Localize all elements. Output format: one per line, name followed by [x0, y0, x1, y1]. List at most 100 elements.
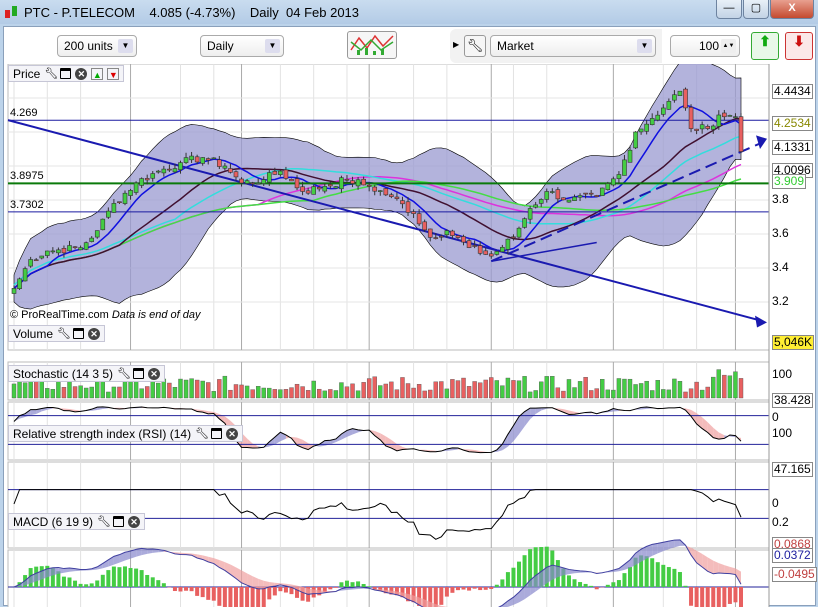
window-icon[interactable] — [133, 368, 144, 379]
candle — [434, 238, 438, 239]
macd-histogram-bar — [206, 587, 210, 600]
close-icon[interactable]: ✕ — [88, 328, 100, 340]
volume-bar — [511, 380, 515, 398]
volume-bar — [628, 379, 632, 398]
up-arrow-icon[interactable]: ▲ — [91, 68, 103, 80]
volume-bar — [445, 389, 449, 398]
volume-bar — [195, 380, 199, 398]
candle — [584, 193, 588, 194]
window-icon[interactable] — [73, 328, 84, 339]
level-label: 3.8975 — [10, 170, 44, 182]
candle — [561, 198, 565, 200]
candle — [656, 115, 660, 120]
candle — [595, 195, 599, 196]
close-icon[interactable]: ✕ — [226, 428, 238, 440]
candle — [201, 158, 205, 164]
copyright: © ProRealTime.com — [10, 309, 109, 321]
close-button[interactable]: X — [770, 0, 814, 19]
maximize-button[interactable]: ▢ — [743, 0, 769, 19]
period-select[interactable]: Daily▼ — [200, 35, 284, 57]
window-icon[interactable] — [211, 428, 222, 439]
volume-bar — [190, 379, 194, 398]
volume-bar — [67, 379, 71, 398]
candle — [217, 160, 221, 167]
macd-histogram-bar — [650, 558, 654, 587]
wrench-icon[interactable]: 🔧︎ — [117, 368, 129, 380]
volume-panel-header: Volume 🔧︎ ✕ — [8, 325, 105, 342]
candle — [728, 115, 732, 116]
candle — [134, 183, 138, 192]
quantity-stepper[interactable]: 100▲▼ — [670, 35, 740, 57]
volume-bar — [473, 381, 477, 398]
window-icon[interactable] — [60, 68, 71, 79]
macd-histogram-bar — [345, 581, 349, 587]
candle — [400, 201, 404, 204]
macd-histogram-bar — [145, 575, 149, 587]
volume-bar — [439, 382, 443, 398]
chevron-down-icon: ▼ — [265, 39, 280, 53]
volume-readout: 5,046K — [772, 335, 814, 350]
candle — [395, 197, 399, 199]
volume-bar — [173, 387, 177, 398]
macd-histogram-bar — [445, 587, 449, 597]
candle — [190, 156, 194, 160]
buy-button[interactable]: ⬆ — [751, 32, 779, 60]
wrench-icon[interactable]: 🔧︎ — [57, 328, 69, 340]
volume-bar — [467, 386, 471, 398]
volume-bar — [90, 387, 94, 398]
volume-bar — [672, 379, 676, 398]
candle — [539, 199, 543, 203]
candle — [62, 248, 66, 253]
volume-label: Volume — [13, 327, 53, 341]
close-icon[interactable]: ✕ — [75, 68, 87, 80]
wrench-icon[interactable]: 🔧︎ — [97, 516, 109, 528]
candle — [256, 183, 260, 184]
candle — [622, 160, 626, 176]
macd-histogram-bar — [717, 587, 721, 607]
volume-bar — [589, 390, 593, 398]
candle — [212, 158, 216, 159]
macd-histogram-bar — [212, 587, 216, 601]
candle — [18, 279, 22, 289]
macd-histogram-bar — [584, 584, 588, 587]
candle — [195, 157, 199, 162]
wrench-icon[interactable]: 🔧︎ — [195, 428, 207, 440]
candle — [417, 214, 421, 224]
candle — [462, 237, 466, 243]
volume-bar — [267, 388, 271, 398]
rsi-label: Relative strength index (RSI) (14) — [13, 427, 191, 441]
close-icon[interactable]: ✕ — [128, 516, 140, 528]
wrench-icon[interactable]: 🔧︎ — [44, 68, 56, 80]
macd-histogram-bar — [234, 587, 238, 607]
volume-bar — [134, 380, 138, 398]
macd-histogram-bar — [456, 587, 460, 590]
stepper-arrows-icon[interactable]: ▲▼ — [721, 39, 736, 53]
volume-bar — [223, 376, 227, 398]
macd-histogram-bar — [245, 587, 249, 607]
sell-button[interactable]: ⬇ — [785, 32, 813, 60]
wrench-button[interactable]: 🔧︎ — [464, 35, 486, 57]
volume-bar — [206, 382, 210, 398]
indicators-button[interactable] — [347, 31, 397, 59]
price-readout: 4.1331 — [772, 140, 813, 155]
minimize-button[interactable]: — — [716, 0, 742, 19]
level-label: 4.269 — [10, 107, 38, 119]
volume-bar — [678, 381, 682, 398]
candle — [223, 166, 227, 168]
close-icon[interactable]: ✕ — [148, 368, 160, 380]
macd-histogram-bar — [478, 587, 482, 590]
volume-bar — [345, 387, 349, 398]
volume-bar — [489, 377, 493, 398]
window-icon[interactable] — [113, 516, 124, 527]
macd-histogram-bar — [578, 582, 582, 587]
volume-bar — [245, 386, 249, 398]
units-select[interactable]: 200 units▼ — [57, 35, 137, 57]
candle — [262, 180, 266, 184]
candle — [645, 124, 649, 131]
macd-histogram-bar — [672, 569, 676, 587]
down-arrow-icon[interactable]: ▼ — [107, 68, 119, 80]
order-type-select[interactable]: Market▼ — [490, 35, 656, 57]
candle — [439, 236, 443, 237]
candle — [95, 231, 99, 237]
expand-arrow-icon[interactable]: ▶ — [453, 40, 459, 49]
